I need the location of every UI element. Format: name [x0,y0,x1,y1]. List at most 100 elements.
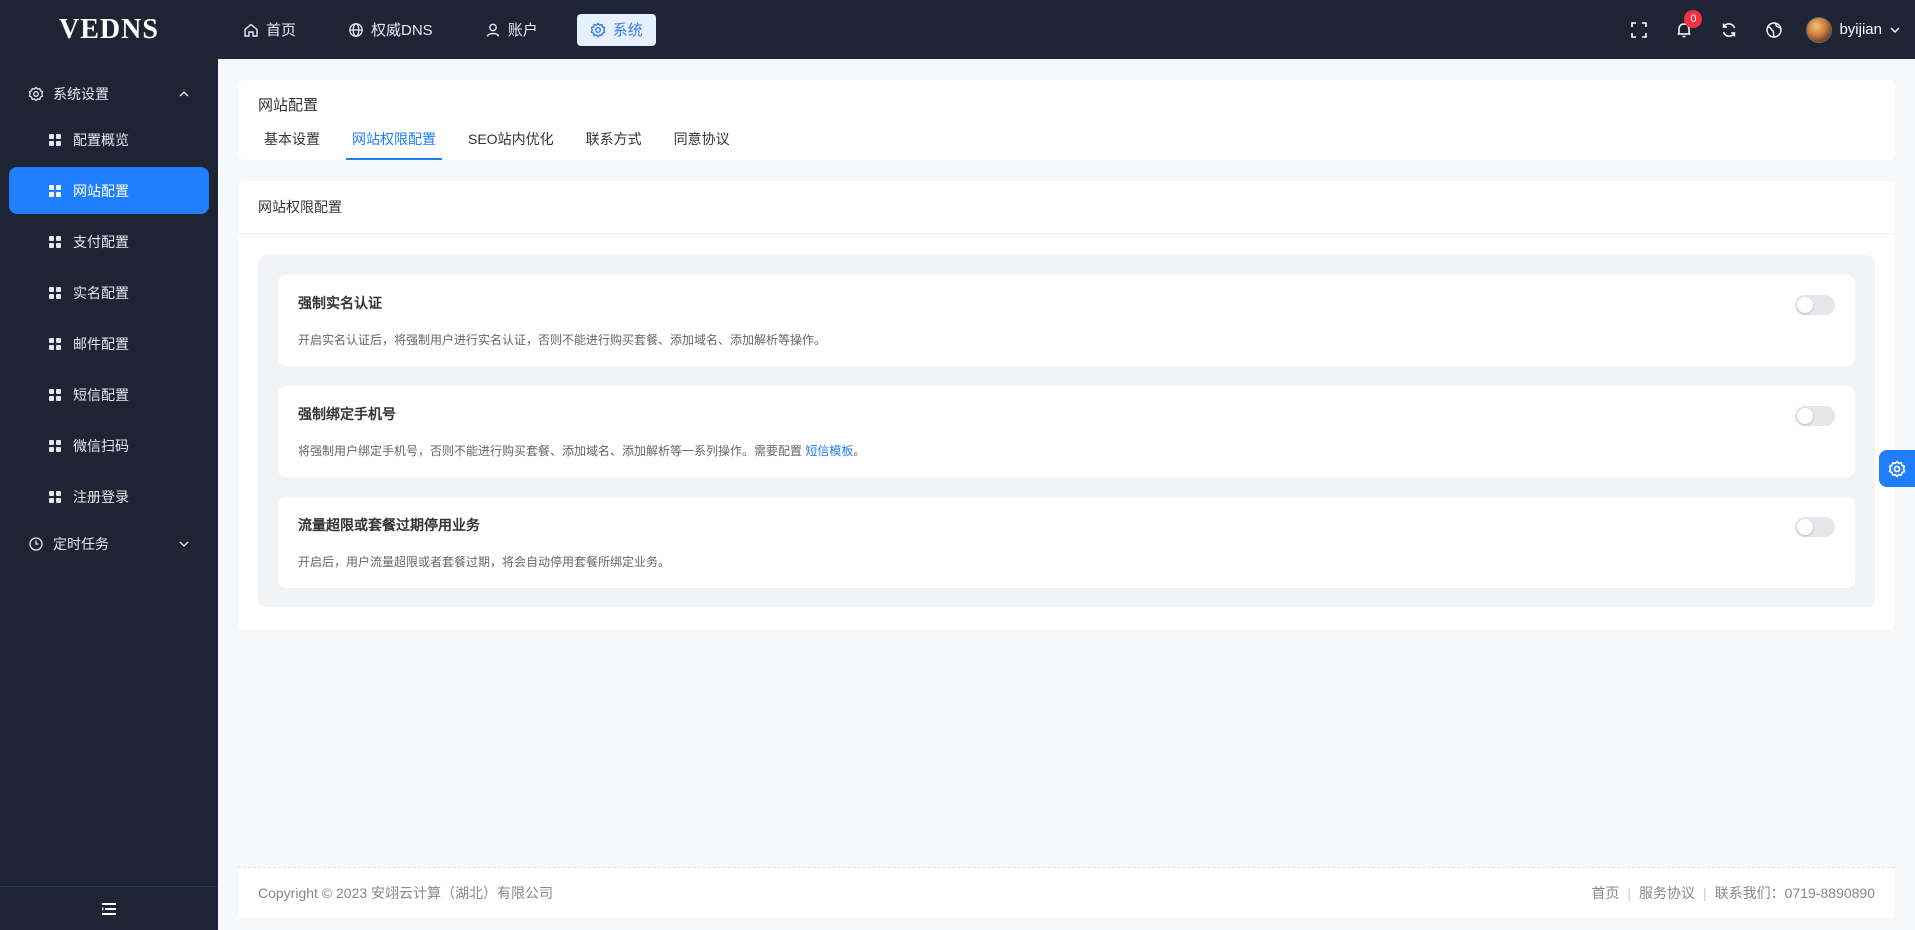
sidebar-item-sms-config[interactable]: 短信配置 [9,371,209,418]
sidebar: 系统设置 配置概览 网站配置 支付配置 实名配置 邮件配置 短信配置 微信扫码 … [0,59,218,930]
sidebar-item-label: 实名配置 [73,284,129,301]
sms-template-link[interactable]: 短信模板 [805,444,853,458]
top-nav: 首页 权威DNS 账户 系统 [230,13,682,46]
grid-icon [49,490,61,503]
footer-link-home[interactable]: 首页 [1591,883,1619,903]
topnav-dns[interactable]: 权威DNS [335,14,446,46]
avatar [1806,16,1833,43]
footer-link-terms[interactable]: 服务协议 [1639,883,1695,903]
sidebar-group-label: 系统设置 [53,86,109,102]
topnav-account-label: 账户 [507,22,538,39]
chevron-down-icon [179,541,189,547]
copyright: Copyright © 2023 安翊云计算（湖北）有限公司 [258,884,554,901]
tab-site-permissions[interactable]: 网站权限配置 [346,122,442,160]
footer-link-contact[interactable]: 联系我们：0719-8890890 [1715,883,1875,903]
setting-row-suspend-on-limit: 流量超限或套餐过期停用业务 开启后，用户流量超限或者套餐过期，将会自动停用套餐所… [278,497,1855,588]
collapse-menu-icon [102,902,116,915]
grid-icon [49,439,61,452]
floating-settings-button[interactable] [1879,450,1915,487]
tab-basic-settings[interactable]: 基本设置 [258,122,326,160]
footer-separator: | [1703,884,1707,901]
sidebar-item-label: 网站配置 [73,182,129,199]
sidebar-item-label: 微信扫码 [73,437,129,454]
force-phone-toggle[interactable] [1795,406,1835,426]
clock-icon [29,537,43,551]
grid-icon [49,235,61,248]
sidebar-item-wechat-scan[interactable]: 微信扫码 [9,422,209,469]
grid-icon [49,133,61,146]
sidebar-item-label: 配置概览 [73,131,129,148]
setting-row-force-phone: 强制绑定手机号 将强制用户绑定手机号，否则不能进行购买套餐、添加域名、添加解析等… [278,386,1855,477]
logo[interactable]: VEDNS [0,14,218,46]
topnav-system[interactable]: 系统 [576,13,656,46]
setting-title: 流量超限或套餐过期停用业务 [298,517,480,533]
grid-icon [49,337,61,350]
language-button[interactable] [1751,0,1796,59]
sidebar-item-realname-config[interactable]: 实名配置 [9,269,209,316]
sidebar-collapse-button[interactable] [0,886,218,930]
sidebar-item-register-login[interactable]: 注册登录 [9,473,209,520]
settings-card: 网站权限配置 强制实名认证 开启实名认证后，将强制用户进行实名认证，否则不能进行… [238,181,1895,629]
sidebar-item-label: 支付配置 [73,233,129,250]
setting-row-force-realname: 强制实名认证 开启实名认证后，将强制用户进行实名认证，否则不能进行购买套餐、添加… [278,275,1855,366]
setting-description-end: 。 [853,444,866,458]
footer: Copyright © 2023 安翊云计算（湖北）有限公司 首页 | 服务协议… [238,867,1895,917]
header-tools: 0 byijian [1616,0,1901,59]
gear-icon [590,22,606,37]
grid-icon [49,388,61,401]
language-globe-icon [1766,21,1782,38]
footer-separator: | [1627,884,1632,901]
sidebar-group-scheduled-tasks[interactable]: 定时任务 [0,530,218,558]
chevron-up-icon [179,91,189,97]
setting-description: 开启后，用户流量超限或者套餐过期，将会自动停用套餐所绑定业务。 [298,555,671,569]
tab-contact[interactable]: 联系方式 [580,122,648,160]
sidebar-item-label: 注册登录 [73,488,129,505]
chevron-down-icon [1890,27,1900,33]
user-menu[interactable]: byijian [1806,16,1901,43]
settings-list: 强制实名认证 开启实名认证后，将强制用户进行实名认证，否则不能进行购买套餐、添加… [258,255,1875,607]
notification-badge: 0 [1684,10,1703,28]
topnav-home-label: 首页 [266,22,297,39]
force-realname-toggle[interactable] [1795,295,1835,315]
suspend-on-limit-toggle[interactable] [1795,517,1835,537]
sidebar-item-site-config[interactable]: 网站配置 [9,167,209,214]
globe-icon [349,22,363,37]
tab-agreement[interactable]: 同意协议 [668,122,736,160]
home-icon [244,23,258,37]
sidebar-group-system-settings[interactable]: 系统设置 [0,80,218,108]
sidebar-group-label: 定时任务 [53,536,109,552]
page-title: 网站配置 [258,97,319,114]
sidebar-item-config-overview[interactable]: 配置概览 [9,116,209,163]
sidebar-item-label: 邮件配置 [73,335,129,352]
topnav-account[interactable]: 账户 [472,14,551,46]
sidebar-submenu: 配置概览 网站配置 支付配置 实名配置 邮件配置 短信配置 微信扫码 注册登录 [0,116,218,520]
setting-title: 强制实名认证 [298,295,382,311]
tab-seo[interactable]: SEO站内优化 [462,122,560,160]
main-content: 网站配置 基本设置 网站权限配置 SEO站内优化 联系方式 同意协议 网站权限配… [218,59,1915,930]
footer-links: 首页 | 服务协议 | 联系我们：0719-8890890 [1591,883,1875,903]
username: byijian [1839,21,1882,38]
page-header-card: 网站配置 基本设置 网站权限配置 SEO站内优化 联系方式 同意协议 [238,80,1895,160]
sidebar-item-mail-config[interactable]: 邮件配置 [9,320,209,367]
sidebar-item-label: 短信配置 [73,386,129,403]
gear-icon [1888,460,1906,477]
setting-description: 将强制用户绑定手机号，否则不能进行购买套餐、添加域名、添加解析等一系列操作。需要… [298,442,865,459]
fullscreen-icon [1631,21,1647,38]
sidebar-item-payment-config[interactable]: 支付配置 [9,218,209,265]
user-icon [486,23,499,37]
topnav-home[interactable]: 首页 [230,14,309,46]
grid-icon [49,286,61,299]
settings-heading: 网站权限配置 [238,181,1895,234]
fullscreen-button[interactable] [1616,0,1661,59]
gear-icon [28,86,44,102]
notification-button[interactable]: 0 [1661,0,1706,59]
refresh-icon [1722,22,1736,37]
setting-title: 强制绑定手机号 [298,406,396,422]
topnav-dns-label: 权威DNS [371,22,433,39]
tab-bar: 基本设置 网站权限配置 SEO站内优化 联系方式 同意协议 [258,122,756,160]
grid-icon [49,184,61,197]
top-bar: VEDNS 首页 权威DNS 账户 系统 0 byijian [0,0,1915,59]
refresh-button[interactable] [1706,0,1751,59]
setting-description: 开启实名认证后，将强制用户进行实名认证，否则不能进行购买套餐、添加域名、添加解析… [298,333,827,347]
topnav-system-label: 系统 [612,22,643,39]
